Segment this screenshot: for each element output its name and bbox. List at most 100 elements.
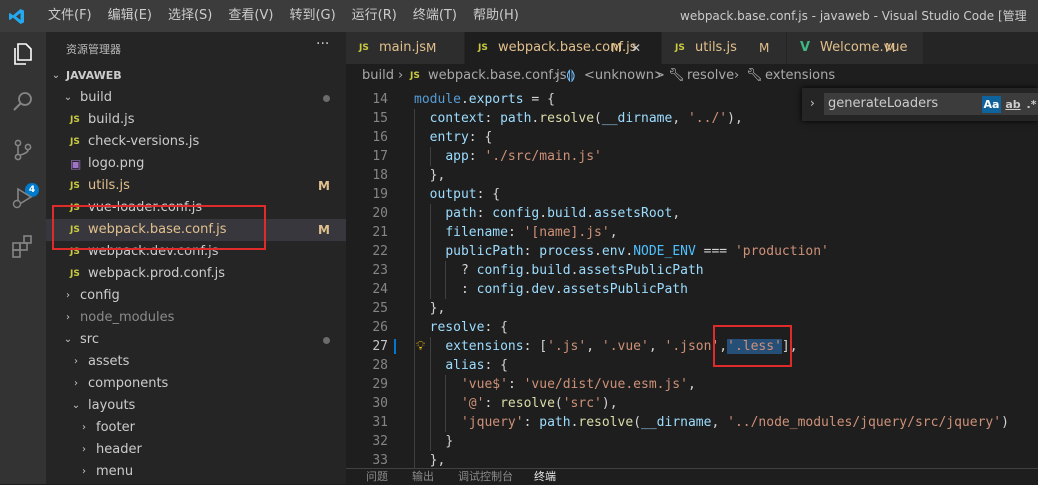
code-token: '@' [460, 396, 485, 411]
js-file-icon: JS [70, 137, 80, 147]
lightbulb-icon[interactable]: 💡︎ [416, 337, 425, 356]
editor-tab[interactable]: JS utils.js M [662, 32, 787, 64]
code-text: output: { [414, 185, 500, 204]
tree-item-label: config [80, 288, 120, 303]
panel-tab-terminal[interactable]: 终端 [534, 469, 556, 485]
tree-folder[interactable]: › menu [46, 461, 346, 483]
chevron-right-icon: › [734, 68, 740, 83]
tree-item-label: node_modules [80, 310, 175, 325]
code-token: }, [429, 453, 446, 468]
code-text: }, [414, 451, 446, 468]
code-line: 31 'jquery': path.resolve(__dirname, '..… [346, 413, 1038, 432]
editor-tab[interactable]: V Welcome.vue M [787, 32, 924, 64]
menu-item[interactable]: 转到(G) [281, 0, 343, 32]
code-token: : { [468, 130, 493, 145]
tree-file[interactable]: ▣ logo.png [46, 153, 346, 175]
code-token: filename [445, 225, 508, 240]
breadcrumb-symbol-unknown[interactable]: <unknown> [584, 64, 665, 88]
code-token: __dirname [601, 111, 673, 126]
breadcrumb-folder[interactable]: build [362, 64, 394, 88]
match-whole-word-toggle[interactable]: ab [1004, 96, 1022, 113]
tree-folder[interactable]: ⌄ build [46, 87, 346, 109]
code-token: publicPath [445, 244, 524, 259]
tree-item-label: components [88, 376, 169, 391]
code-token: assetsPublicPath [578, 263, 704, 278]
code-token: . [539, 206, 548, 221]
tree-folder[interactable]: › footer [46, 417, 346, 439]
tree-file[interactable]: JS check-versions.js [46, 131, 346, 153]
breadcrumb-symbol-extensions[interactable]: extensions [765, 64, 835, 88]
chevron-down-icon: ⌄ [71, 400, 81, 411]
code-token: config [476, 263, 524, 278]
panel-tab-output[interactable]: 输出 [412, 469, 434, 485]
tree-file[interactable]: JS webpack.prod.conf.js [46, 263, 346, 285]
source-control-icon[interactable] [9, 136, 37, 164]
menu-item[interactable]: 编辑(E) [100, 0, 160, 32]
editor-tab[interactable]: JS main.js M [346, 32, 465, 64]
toggle-replace-chevron-icon[interactable]: › [810, 96, 815, 110]
code-token: path [539, 415, 571, 430]
code-line: 19 output: { [346, 185, 1038, 204]
code-text: } [414, 432, 453, 451]
code-editor[interactable]: 14 module.exports = {15 context: path.res… [346, 88, 1038, 468]
tree-folder[interactable]: › node_modules [46, 307, 346, 329]
menu-item[interactable]: 运行(R) [344, 0, 405, 32]
menu-item[interactable]: 帮助(H) [465, 0, 527, 32]
tree-item-label: build.js [88, 112, 135, 127]
code-token: __dirname [641, 415, 712, 430]
explorer-icon[interactable] [9, 40, 37, 68]
tree-folder[interactable]: › assets [46, 351, 346, 373]
extensions-icon[interactable] [9, 232, 37, 260]
line-number: 26 [372, 320, 388, 335]
code-text: '@': resolve('src'), [414, 394, 618, 413]
run-debug-icon[interactable] [9, 184, 37, 212]
tree-file[interactable]: JS utils.js M [46, 175, 346, 197]
match-case-toggle[interactable]: Aa [982, 96, 1001, 113]
more-actions-button[interactable]: ··· [316, 36, 329, 52]
tree-file[interactable]: JS build.js [46, 109, 346, 131]
tree-folder[interactable]: ⌄ layouts [46, 395, 346, 417]
line-number: 18 [372, 168, 388, 183]
tree-folder[interactable]: › config [46, 285, 346, 307]
workspace-root[interactable]: ⌄ JAVAWEB [46, 65, 346, 87]
line-number: 23 [372, 263, 388, 278]
code-token: ) [1001, 415, 1009, 430]
panel-tab-debug-console[interactable]: 调试控制台 [458, 469, 513, 485]
code-token: '.js' [547, 339, 587, 354]
editor-tab[interactable]: JS webpack.base.conf.js M ✕ [465, 32, 662, 64]
code-line: 28 alias: { [346, 356, 1038, 375]
code-token: path [445, 206, 477, 221]
code-token: }, [429, 168, 446, 183]
code-token: resolve [429, 320, 485, 335]
menu-item[interactable]: 文件(F) [40, 0, 100, 32]
search-icon[interactable] [9, 88, 37, 116]
tree-folder[interactable]: ⌄ src [46, 329, 346, 351]
code-line: 32 } [346, 432, 1038, 451]
line-number: 16 [372, 130, 388, 145]
code-token: : [484, 396, 501, 411]
code-token: extensions [445, 339, 524, 354]
chevron-right-icon: › [74, 356, 78, 367]
tree-folder[interactable]: › header [46, 439, 346, 461]
code-text: ? config.build.assetsPublicPath [414, 261, 704, 280]
js-file-icon: JS [70, 115, 80, 125]
close-icon[interactable]: ✕ [631, 32, 641, 64]
menu-item[interactable]: 终端(T) [405, 0, 465, 32]
tree-folder[interactable]: › components [46, 373, 346, 395]
menu-item[interactable]: 查看(V) [220, 0, 281, 32]
use-regex-toggle[interactable]: .* [1025, 96, 1038, 113]
code-token: : [ [523, 339, 548, 354]
menu-item[interactable]: 选择(S) [160, 0, 220, 32]
js-file-icon: JS [359, 43, 369, 53]
code-line: 22 publicPath: process.env.NODE_ENV === … [346, 242, 1038, 261]
breadcrumb-file[interactable]: webpack.base.conf.js [428, 64, 567, 88]
modified-line-gutter-marker [394, 339, 396, 354]
code-line: 33 }, [346, 451, 1038, 468]
panel-tab-problems[interactable]: 问题 [366, 469, 388, 485]
code-token: '[name].js' [523, 225, 610, 240]
code-token: config [492, 206, 540, 221]
code-line: 21 filename: '[name].js', [346, 223, 1038, 242]
code-line: 29 'vue$': 'vue/dist/vue.esm.js', [346, 375, 1038, 394]
breadcrumb-symbol-resolve[interactable]: resolve [687, 64, 734, 88]
code-token: === [695, 244, 735, 259]
